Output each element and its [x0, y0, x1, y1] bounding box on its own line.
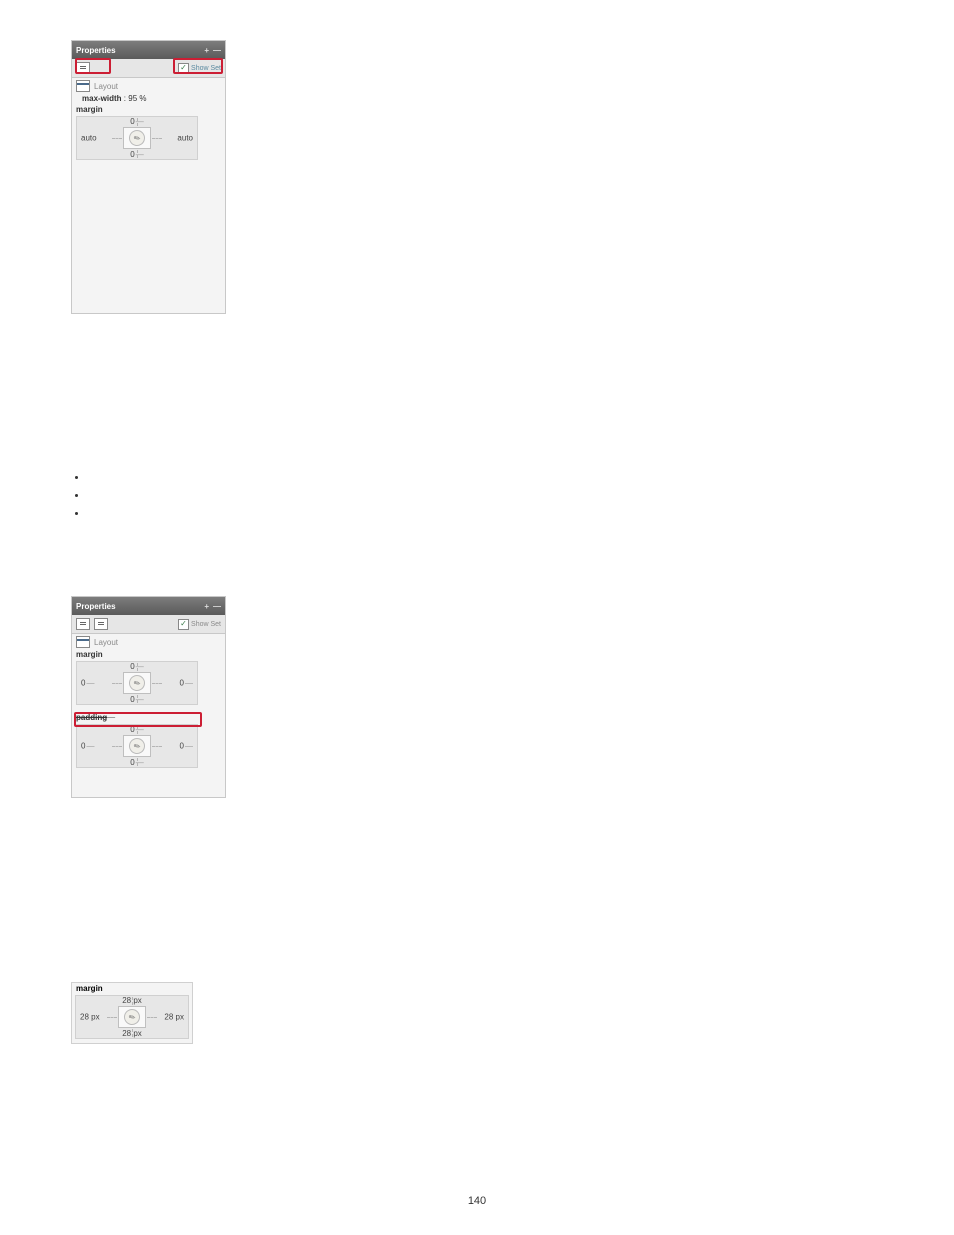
- margin-label: margin: [72, 648, 225, 659]
- margin-left-value[interactable]: 28 px: [80, 1013, 100, 1022]
- list-icon[interactable]: [76, 62, 90, 74]
- add-icon[interactable]: +: [204, 602, 209, 611]
- checkbox-icon: ✓: [178, 63, 189, 74]
- bullet-list: [75, 468, 87, 522]
- panel-title-bar: Properties + —: [72, 597, 225, 615]
- margin-right-value[interactable]: 0—: [180, 679, 193, 688]
- pencil-icon: ✎: [121, 1006, 143, 1028]
- padding-right-value[interactable]: 0—: [180, 742, 193, 751]
- padding-box-editor[interactable]: 0— 0— 0— 0— ✎: [76, 724, 198, 768]
- padding-label: padding—: [72, 711, 225, 724]
- show-set-label: Show Set: [191, 621, 221, 628]
- panel-title: Properties: [76, 602, 116, 611]
- show-set-toggle[interactable]: ✓ Show Set: [178, 63, 221, 74]
- pencil-icon: ✎: [126, 127, 148, 149]
- menu-icon[interactable]: —: [213, 46, 221, 55]
- layout-label: Layout: [94, 82, 118, 91]
- margin-label: margin: [72, 983, 192, 993]
- margin-left-value[interactable]: 0—: [81, 679, 94, 688]
- layout-section-header[interactable]: Layout: [72, 634, 225, 648]
- panel-title-icons: + —: [204, 46, 221, 55]
- menu-icon[interactable]: —: [213, 602, 221, 611]
- layout-label: Layout: [94, 638, 118, 647]
- panel-title: Properties: [76, 46, 116, 55]
- margin-right-value[interactable]: auto: [177, 134, 193, 143]
- list-icon[interactable]: [76, 618, 90, 630]
- checkbox-icon: ✓: [178, 619, 189, 630]
- margin-label: margin: [72, 103, 225, 114]
- panel-title-icons: + —: [204, 602, 221, 611]
- layout-icon: [76, 636, 90, 648]
- padding-left-value[interactable]: 0—: [81, 742, 94, 751]
- layout-icon: [76, 80, 90, 92]
- box-center[interactable]: ✎: [118, 1006, 146, 1028]
- max-width-value: 95 %: [128, 94, 146, 103]
- list-icon-2[interactable]: [94, 618, 108, 630]
- max-width-label: max-width: [82, 94, 122, 103]
- panel-toolbar: ✓ Show Set: [72, 59, 225, 78]
- margin-box-editor[interactable]: 0— 0— 0— 0— ✎: [76, 661, 198, 705]
- pencil-icon: ✎: [126, 672, 148, 694]
- margin-box-editor[interactable]: 0— auto auto 0— ✎: [76, 116, 198, 160]
- show-set-label: Show Set: [191, 65, 221, 72]
- margin-values-panel: margin 28 px 28 px 28 px 28 px ✎: [71, 982, 193, 1044]
- properties-panel: Properties + — ✓ Show Set Layout max-wid…: [71, 40, 226, 314]
- layout-section-header[interactable]: Layout: [72, 78, 225, 92]
- margin-box-editor-28px[interactable]: 28 px 28 px 28 px 28 px ✎: [75, 995, 189, 1039]
- box-center[interactable]: ✎: [123, 127, 151, 149]
- max-width-row[interactable]: max-width : 95 %: [72, 92, 225, 103]
- add-icon[interactable]: +: [204, 46, 209, 55]
- properties-panel-2: Properties + — ✓ Show Set Layout margin …: [71, 596, 226, 798]
- page-number: 140: [0, 1195, 954, 1207]
- box-center[interactable]: ✎: [123, 672, 151, 694]
- margin-right-value[interactable]: 28 px: [164, 1013, 184, 1022]
- show-set-toggle[interactable]: ✓ Show Set: [178, 619, 221, 630]
- margin-left-value[interactable]: auto: [81, 134, 97, 143]
- panel-toolbar: ✓ Show Set: [72, 615, 225, 634]
- panel-title-bar: Properties + —: [72, 41, 225, 59]
- box-center[interactable]: ✎: [123, 735, 151, 757]
- pencil-icon: ✎: [126, 735, 148, 757]
